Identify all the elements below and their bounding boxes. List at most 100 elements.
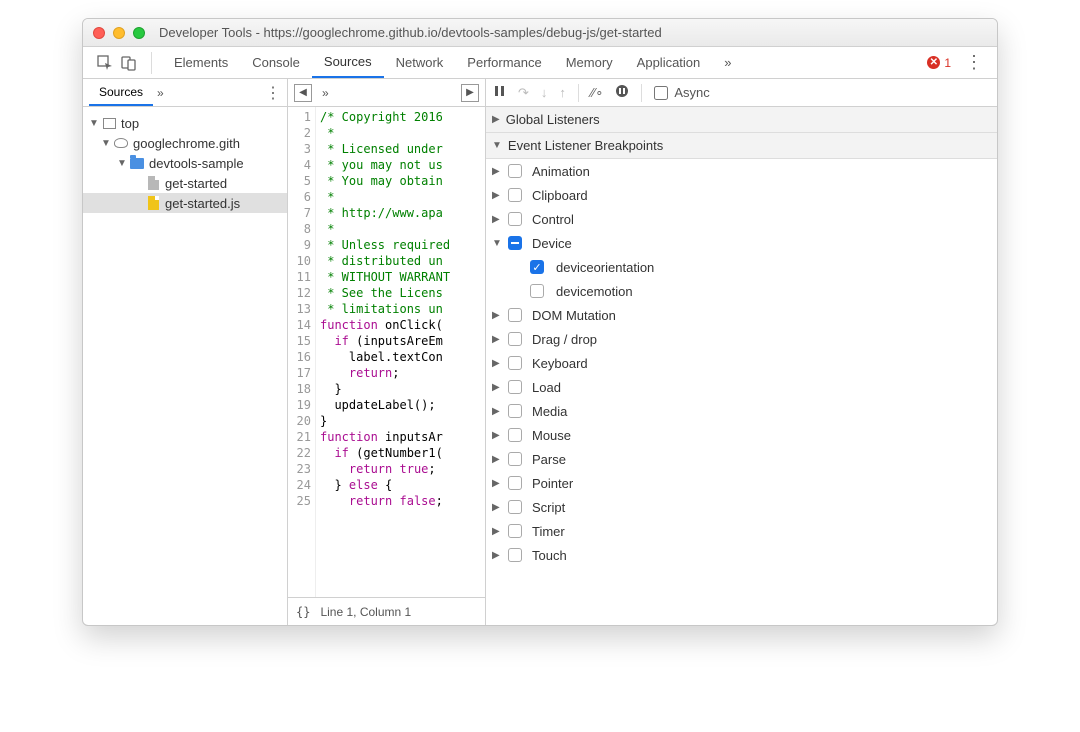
async-checkbox[interactable]: Async — [654, 85, 709, 100]
tabs-overflow-button[interactable]: » — [712, 47, 743, 79]
error-count: 1 — [944, 56, 951, 70]
close-window-button[interactable] — [93, 27, 105, 39]
tab-sources[interactable]: Sources — [312, 47, 384, 78]
editor-statusbar: {} Line 1, Column 1 — [288, 597, 485, 625]
bp-category-label: Control — [532, 212, 574, 227]
bp-category-drag-drop[interactable]: ▶Drag / drop — [486, 327, 997, 351]
minimize-window-button[interactable] — [113, 27, 125, 39]
step-out-icon[interactable]: ↑ — [559, 85, 566, 100]
tab-elements[interactable]: Elements — [162, 47, 240, 79]
error-badge[interactable]: ✕ 1 — [927, 56, 951, 70]
tab-memory[interactable]: Memory — [554, 47, 625, 79]
nav-forward-button[interactable]: ▶ — [461, 84, 479, 102]
bp-event-devicemotion[interactable]: devicemotion — [486, 279, 997, 303]
pretty-print-button[interactable]: {} — [296, 605, 310, 619]
file-tabs-overflow[interactable]: » — [322, 86, 329, 100]
bp-category-parse[interactable]: ▶Parse — [486, 447, 997, 471]
tree-node-file-html[interactable]: get-started — [83, 173, 287, 193]
bp-category-control[interactable]: ▶Control — [486, 207, 997, 231]
bp-category-label: Parse — [532, 452, 566, 467]
checkbox-empty[interactable] — [508, 332, 522, 346]
bp-category-script[interactable]: ▶Script — [486, 495, 997, 519]
bp-event-deviceorientation[interactable]: ✓ deviceorientation — [486, 255, 997, 279]
checkbox-empty[interactable] — [508, 404, 522, 418]
code-editor[interactable]: 1234567891011121314151617181920212223242… — [288, 107, 485, 597]
section-global-listeners[interactable]: ▶Global Listeners — [486, 107, 997, 133]
checkbox-empty[interactable] — [508, 500, 522, 514]
deactivate-breakpoints-icon[interactable]: ⁄⁄∘ — [591, 85, 603, 101]
tree-node-folder[interactable]: ▼ devtools-sample — [83, 153, 287, 173]
navigator-more-icon[interactable]: ⋮ — [265, 83, 281, 103]
checkbox-empty[interactable] — [508, 452, 522, 466]
bp-category-label: Media — [532, 404, 567, 419]
section-event-listener-breakpoints[interactable]: ▼Event Listener Breakpoints — [486, 133, 997, 159]
checkbox-empty[interactable] — [508, 524, 522, 538]
bp-category-animation[interactable]: ▶Animation — [486, 159, 997, 183]
bp-event-label: devicemotion — [556, 284, 633, 299]
checkbox-empty[interactable] — [508, 356, 522, 370]
step-into-icon[interactable]: ↓ — [541, 85, 548, 100]
zoom-window-button[interactable] — [133, 27, 145, 39]
cursor-position: Line 1, Column 1 — [320, 605, 411, 619]
window-title: Developer Tools - https://googlechrome.g… — [159, 25, 662, 40]
tab-console[interactable]: Console — [240, 47, 312, 79]
bp-category-touch[interactable]: ▶Touch — [486, 543, 997, 567]
checkbox-empty[interactable] — [508, 188, 522, 202]
bp-category-device[interactable]: ▼Device — [486, 231, 997, 255]
frame-icon — [103, 118, 116, 129]
checkbox-empty[interactable] — [508, 476, 522, 490]
more-menu-icon[interactable]: ⋮ — [961, 52, 987, 73]
async-checkbox-input[interactable] — [654, 86, 668, 100]
navigator-pane: Sources » ⋮ ▼ top ▼ googlechrome.gith ▼ … — [83, 79, 288, 625]
checkbox-empty[interactable] — [508, 164, 522, 178]
bp-category-clipboard[interactable]: ▶Clipboard — [486, 183, 997, 207]
nav-back-button[interactable]: ◀ — [294, 84, 312, 102]
tab-application[interactable]: Application — [625, 47, 713, 79]
tree-label: get-started.js — [165, 196, 240, 211]
tree-node-file-js[interactable]: get-started.js — [83, 193, 287, 213]
bp-category-label: Timer — [532, 524, 565, 539]
tree-label: googlechrome.gith — [133, 136, 240, 151]
checkbox-mixed[interactable] — [508, 236, 522, 250]
bp-category-dom-mutation[interactable]: ▶DOM Mutation — [486, 303, 997, 327]
tree-node-domain[interactable]: ▼ googlechrome.gith — [83, 133, 287, 153]
checkbox-checked[interactable]: ✓ — [530, 260, 544, 274]
bp-category-keyboard[interactable]: ▶Keyboard — [486, 351, 997, 375]
checkbox-empty[interactable] — [508, 212, 522, 226]
bp-category-label: Mouse — [532, 428, 571, 443]
navigator-tab-sources[interactable]: Sources — [89, 80, 153, 106]
tree-node-top[interactable]: ▼ top — [83, 113, 287, 133]
navigator-tabs: Sources » ⋮ — [83, 79, 287, 107]
checkbox-empty[interactable] — [508, 548, 522, 562]
pause-on-exceptions-icon[interactable] — [615, 84, 629, 101]
pause-button[interactable] — [494, 85, 506, 100]
toggle-device-icon[interactable] — [117, 51, 141, 75]
navigator-overflow-button[interactable]: » — [157, 86, 164, 100]
step-over-icon[interactable]: ↷ — [518, 85, 529, 101]
checkbox-empty[interactable] — [508, 428, 522, 442]
editor-pane: ◀ » ▶ 1234567891011121314151617181920212… — [288, 79, 486, 625]
tree-label: top — [121, 116, 139, 131]
bp-category-pointer[interactable]: ▶Pointer — [486, 471, 997, 495]
file-js-icon — [148, 196, 159, 210]
tree-label: get-started — [165, 176, 227, 191]
checkbox-empty[interactable] — [508, 308, 522, 322]
bp-category-timer[interactable]: ▶Timer — [486, 519, 997, 543]
bp-category-label: Clipboard — [532, 188, 588, 203]
file-icon — [148, 176, 159, 190]
devtools-window: Developer Tools - https://googlechrome.g… — [82, 18, 998, 626]
tab-performance[interactable]: Performance — [455, 47, 553, 79]
bp-category-media[interactable]: ▶Media — [486, 399, 997, 423]
checkbox-empty[interactable] — [508, 380, 522, 394]
inspect-element-icon[interactable] — [93, 51, 117, 75]
code-content[interactable]: /* Copyright 2016 * * Licensed under * y… — [316, 107, 485, 597]
bp-category-mouse[interactable]: ▶Mouse — [486, 423, 997, 447]
bp-category-load[interactable]: ▶Load — [486, 375, 997, 399]
debugger-toolbar: ↷ ↓ ↑ ⁄⁄∘ Async — [486, 79, 997, 107]
titlebar: Developer Tools - https://googlechrome.g… — [83, 19, 997, 47]
debugger-pane: ↷ ↓ ↑ ⁄⁄∘ Async ▶Global Listeners ▼Event… — [486, 79, 997, 625]
tab-network[interactable]: Network — [384, 47, 456, 79]
bp-event-label: deviceorientation — [556, 260, 654, 275]
checkbox-empty[interactable] — [530, 284, 544, 298]
traffic-lights — [93, 27, 145, 39]
